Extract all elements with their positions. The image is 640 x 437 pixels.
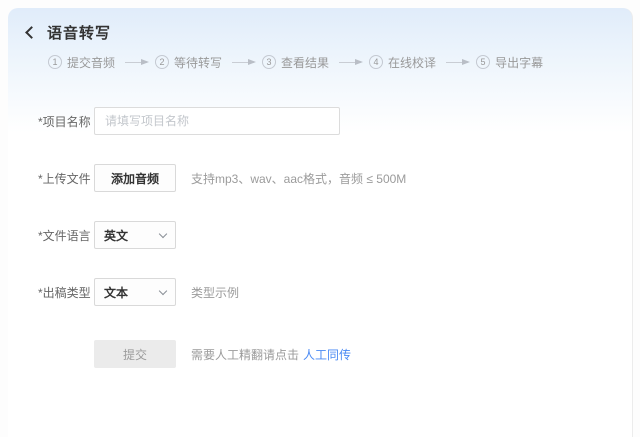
step-indicator: 1 提交音频 2 等待转写 3 查看结果 4 在线校译 5 导出字幕 (48, 54, 632, 70)
step-number-icon: 3 (262, 55, 277, 69)
language-select[interactable]: 英文 (94, 221, 176, 249)
step-online-proofread: 4 在线校译 (369, 54, 436, 71)
chevron-down-icon (158, 286, 168, 295)
language-selected-value: 英文 (104, 228, 129, 243)
output-type-label: *出稿类型 (38, 285, 91, 300)
step-label: 提交音频 (67, 55, 116, 70)
step-number-icon: 5 (476, 55, 491, 69)
step-number-icon: 4 (369, 55, 384, 69)
file-language-row: *文件语言 英文 (8, 221, 632, 249)
step-label: 导出字幕 (495, 55, 544, 70)
step-arrow-icon (125, 58, 150, 65)
project-name-label: *项目名称 (38, 114, 91, 129)
manual-interpretation-link[interactable]: 人工同传 (303, 346, 351, 363)
upload-format-hint: 支持mp3、wav、aac格式，音频 ≤ 500M (191, 171, 407, 186)
step-wait-transcribe: 2 等待转写 (155, 54, 222, 71)
submit-row: 提交 需要人工精翻请点击 人工同传 (8, 340, 632, 368)
file-language-label: *文件语言 (38, 228, 91, 243)
project-name-input[interactable] (94, 107, 340, 135)
transcription-card: 语音转写 1 提交音频 2 等待转写 3 查看结果 4 在线校译 5 导出字幕 … (8, 8, 633, 437)
step-number-icon: 1 (48, 55, 62, 69)
step-view-result: 3 查看结果 (262, 54, 329, 71)
step-arrow-icon (232, 58, 257, 65)
step-label: 查看结果 (281, 55, 330, 70)
step-export-subtitle: 5 导出字幕 (476, 54, 543, 71)
submit-button[interactable]: 提交 (94, 340, 176, 368)
transcription-form: *项目名称 *上传文件 添加音频 支持mp3、wav、aac格式，音频 ≤ 50… (8, 107, 632, 368)
manual-translation-hint: 需要人工精翻请点击 (191, 347, 300, 362)
output-type-selected-value: 文本 (104, 285, 129, 300)
project-name-row: *项目名称 (8, 107, 632, 135)
upload-file-row: *上传文件 添加音频 支持mp3、wav、aac格式，音频 ≤ 500M (8, 164, 632, 192)
step-submit-audio: 1 提交音频 (48, 54, 115, 71)
step-label: 等待转写 (174, 55, 223, 70)
step-number-icon: 2 (155, 55, 170, 69)
add-audio-button[interactable]: 添加音频 (94, 164, 176, 192)
output-type-row: *出稿类型 文本 类型示例 (8, 278, 632, 306)
step-label: 在线校译 (388, 55, 437, 70)
back-icon[interactable] (25, 26, 38, 39)
upload-file-label: *上传文件 (38, 171, 91, 186)
step-arrow-icon (446, 58, 471, 65)
page-title: 语音转写 (47, 25, 112, 42)
output-type-select[interactable]: 文本 (94, 278, 176, 306)
page-header: 语音转写 (8, 8, 632, 42)
chevron-down-icon (158, 229, 168, 238)
step-arrow-icon (339, 58, 364, 65)
type-example-link[interactable]: 类型示例 (191, 284, 239, 301)
